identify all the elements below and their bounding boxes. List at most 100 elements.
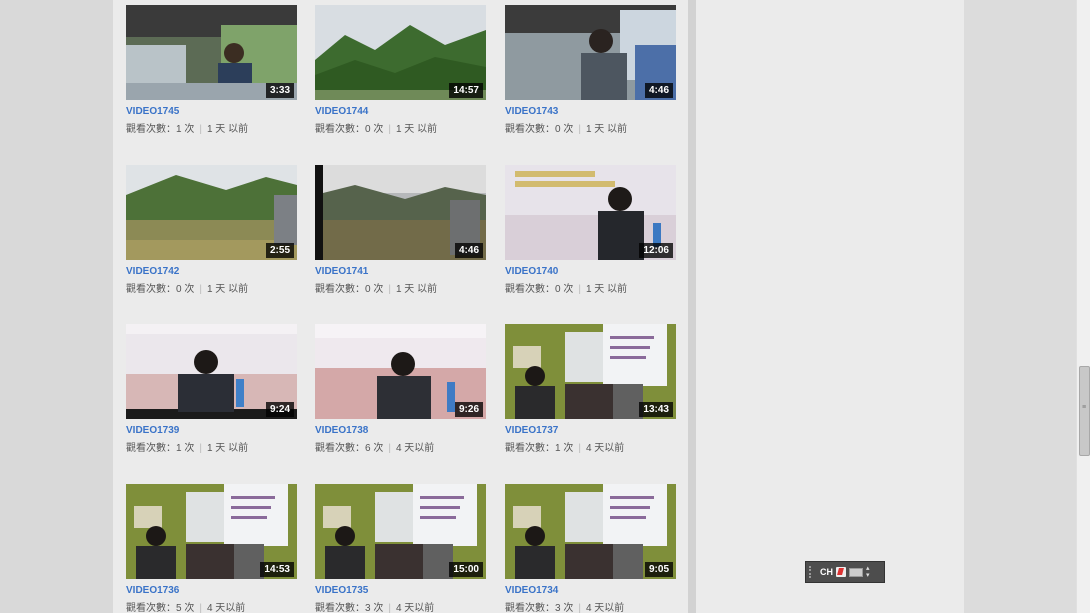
ime-language-indicator[interactable]: CH — [820, 567, 833, 577]
video-title-link[interactable]: VIDEO1744 — [315, 106, 486, 118]
video-card[interactable]: 12:06 VIDEO1740 觀看次數：0 次 | 1 天 以前 — [505, 165, 676, 296]
video-thumbnail[interactable]: 9:05 — [505, 484, 676, 579]
view-count: 觀看次數：5 次 — [126, 603, 195, 613]
upload-age: 1 天 以前 — [395, 284, 438, 295]
keyboard-icon[interactable] — [849, 567, 863, 577]
video-title-link[interactable]: VIDEO1734 — [505, 585, 676, 597]
video-title-link[interactable]: VIDEO1743 — [505, 106, 676, 118]
video-meta: 觀看次數：0 次 | 1 天 以前 — [315, 124, 486, 136]
video-duration-badge: 4:46 — [644, 83, 673, 98]
meta-separator: | — [199, 603, 202, 613]
meta-separator: | — [578, 443, 581, 454]
video-card[interactable]: 9:26 VIDEO1738 觀看次數：6 次 | 4 天以前 — [315, 324, 486, 455]
video-thumbnail[interactable]: 14:57 — [315, 5, 486, 100]
view-count: 觀看次數：3 次 — [505, 603, 574, 613]
video-meta: 觀看次數：6 次 | 4 天以前 — [315, 443, 486, 455]
video-card[interactable]: 13:43 VIDEO1737 觀看次數：1 次 | 4 天以前 — [505, 324, 676, 455]
video-card[interactable]: 14:53 VIDEO1736 觀看次數：5 次 | 4 天以前 — [126, 484, 297, 613]
video-card[interactable]: 15:00 VIDEO1735 觀看次數：3 次 | 4 天以前 — [315, 484, 486, 613]
video-thumbnail[interactable]: 12:06 — [505, 165, 676, 260]
view-count: 觀看次數：1 次 — [126, 443, 195, 454]
video-duration-badge: 9:24 — [265, 402, 294, 417]
video-thumbnail[interactable]: 13:43 — [505, 324, 676, 419]
upload-age: 1 天 以前 — [395, 124, 438, 135]
video-thumbnail[interactable]: 14:53 — [126, 484, 297, 579]
video-meta: 觀看次數：0 次 | 1 天 以前 — [505, 124, 676, 136]
upload-age: 1 天 以前 — [206, 284, 249, 295]
upload-age: 4 天以前 — [395, 603, 435, 613]
video-duration-badge: 9:26 — [454, 402, 483, 417]
video-thumbnail[interactable]: 4:46 — [505, 5, 676, 100]
video-thumbnail[interactable]: 9:24 — [126, 324, 297, 419]
upload-age: 4 天以前 — [206, 603, 246, 613]
video-meta: 觀看次數：1 次 | 1 天 以前 — [126, 124, 297, 136]
video-meta: 觀看次數：0 次 | 1 天 以前 — [315, 284, 486, 296]
meta-separator: | — [388, 603, 391, 613]
video-thumbnail[interactable]: 2:55 — [126, 165, 297, 260]
video-duration-badge: 9:05 — [644, 562, 673, 577]
view-count: 觀看次數：3 次 — [315, 603, 384, 613]
video-title-link[interactable]: VIDEO1737 — [505, 425, 676, 437]
video-thumbnail[interactable]: 9:26 — [315, 324, 486, 419]
video-duration-badge: 2:55 — [265, 243, 294, 258]
view-count: 觀看次數：0 次 — [315, 124, 384, 135]
video-title-link[interactable]: VIDEO1742 — [126, 266, 297, 278]
video-meta: 觀看次數：1 次 | 1 天 以前 — [126, 443, 297, 455]
meta-separator: | — [388, 284, 391, 295]
left-gutter — [0, 0, 113, 613]
meta-separator: | — [388, 124, 391, 135]
video-duration-badge: 12:06 — [639, 243, 673, 258]
meta-separator: | — [578, 603, 581, 613]
video-list-panel: 3:33 VIDEO1745 觀看次數：1 次 | 1 天 以前 14:57 VID… — [113, 0, 688, 613]
video-title-link[interactable]: VIDEO1741 — [315, 266, 486, 278]
video-title-link[interactable]: VIDEO1745 — [126, 106, 297, 118]
ime-toolbar[interactable]: CH ▴ ▾ — [805, 561, 885, 583]
grip-icon: ≡ — [1082, 404, 1087, 411]
upload-age: 1 天 以前 — [585, 124, 628, 135]
page-background — [964, 0, 1076, 613]
video-thumbnail[interactable]: 4:46 — [315, 165, 486, 260]
meta-separator: | — [388, 443, 391, 454]
view-count: 觀看次數：0 次 — [505, 284, 574, 295]
view-count: 觀看次數：0 次 — [315, 284, 384, 295]
meta-separator: | — [578, 284, 581, 295]
drag-handle-icon[interactable] — [809, 566, 817, 578]
upload-age: 4 天以前 — [395, 443, 435, 454]
meta-separator: | — [199, 284, 202, 295]
video-meta: 觀看次數：3 次 | 4 天以前 — [315, 603, 486, 613]
video-title-link[interactable]: VIDEO1739 — [126, 425, 297, 437]
view-count: 觀看次數：1 次 — [505, 443, 574, 454]
video-title-link[interactable]: VIDEO1736 — [126, 585, 297, 597]
video-card[interactable]: 9:24 VIDEO1739 觀看次數：1 次 | 1 天 以前 — [126, 324, 297, 455]
vertical-scrollbar[interactable]: ≡ — [1076, 0, 1090, 613]
video-title-link[interactable]: VIDEO1738 — [315, 425, 486, 437]
video-meta: 觀看次數：5 次 | 4 天以前 — [126, 603, 297, 613]
video-thumbnail[interactable]: 3:33 — [126, 5, 297, 100]
video-title-link[interactable]: VIDEO1735 — [315, 585, 486, 597]
video-thumbnail[interactable]: 15:00 — [315, 484, 486, 579]
video-duration-badge: 14:57 — [449, 83, 483, 98]
video-duration-badge: 14:53 — [260, 562, 294, 577]
right-panel — [696, 0, 964, 613]
video-card[interactable]: 4:46 VIDEO1743 觀看次數：0 次 | 1 天 以前 — [505, 5, 676, 136]
video-card[interactable]: 4:46 VIDEO1741 觀看次數：0 次 | 1 天 以前 — [315, 165, 486, 296]
upload-age: 1 天 以前 — [206, 124, 249, 135]
options-arrow-icon[interactable]: ▴ ▾ — [866, 565, 870, 579]
video-card[interactable]: 2:55 VIDEO1742 觀看次數：0 次 | 1 天 以前 — [126, 165, 297, 296]
video-card[interactable]: 3:33 VIDEO1745 觀看次數：1 次 | 1 天 以前 — [126, 5, 297, 136]
meta-separator: | — [578, 124, 581, 135]
upload-age: 4 天以前 — [585, 603, 625, 613]
view-count: 觀看次數：1 次 — [126, 124, 195, 135]
handwriting-icon[interactable] — [836, 567, 846, 577]
scrollbar-thumb[interactable]: ≡ — [1079, 366, 1090, 456]
video-duration-badge: 4:46 — [454, 243, 483, 258]
video-duration-badge: 15:00 — [449, 562, 483, 577]
video-title-link[interactable]: VIDEO1740 — [505, 266, 676, 278]
video-card[interactable]: 9:05 VIDEO1734 觀看次數：3 次 | 4 天以前 — [505, 484, 676, 613]
video-meta: 觀看次數：3 次 | 4 天以前 — [505, 603, 676, 613]
panel-divider — [688, 0, 696, 613]
video-card[interactable]: 14:57 VIDEO1744 觀看次數：0 次 | 1 天 以前 — [315, 5, 486, 136]
video-meta: 觀看次數：0 次 | 1 天 以前 — [505, 284, 676, 296]
upload-age: 4 天以前 — [585, 443, 625, 454]
view-count: 觀看次數：0 次 — [126, 284, 195, 295]
